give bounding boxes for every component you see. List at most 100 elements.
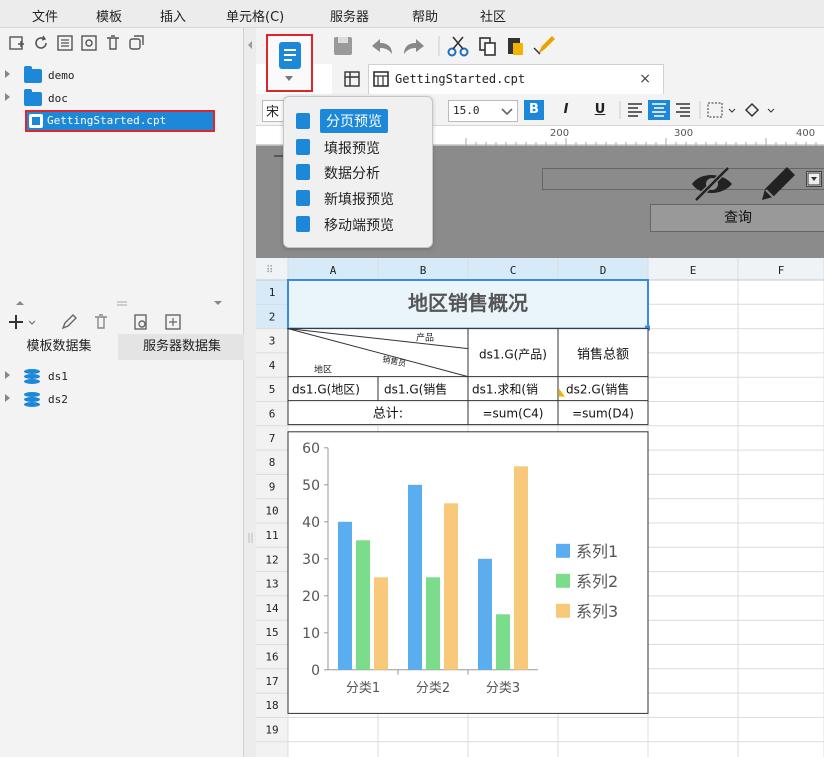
fill-color-icon	[744, 102, 775, 118]
tree-item-demo[interactable]: demo	[0, 66, 244, 86]
cell-d5: =sum(D4)	[572, 407, 634, 421]
page-preview-icon	[296, 113, 310, 129]
eye-slash-icon[interactable]	[690, 164, 734, 204]
report-tab-icon	[373, 71, 389, 87]
diagonal-label-region: 地区	[314, 364, 332, 376]
collapse-arrow-icon	[248, 41, 253, 543]
menu-template[interactable]: 模板	[96, 6, 122, 25]
dataset-toolbar	[0, 310, 244, 334]
mobile-preview-icon	[296, 216, 310, 232]
expand-arrow-icon[interactable]	[5, 93, 10, 101]
border-icon	[707, 102, 736, 118]
tree-item-doc[interactable]: doc	[0, 89, 244, 109]
tab-template-datasets[interactable]: 模板数据集	[0, 334, 118, 360]
spreadsheet[interactable]: ⠿ A B C D E F 1 2 3 4 5 6 7 8 9 10 11 12 13 14 15 16 17 18 19 地区销售…	[256, 258, 824, 757]
add-dataset-icon[interactable]	[8, 312, 38, 332]
document-tabs: GettingStarted.cpt ×	[332, 64, 824, 94]
menu-cell[interactable]: 单元格(C)	[226, 6, 284, 25]
tab-server-datasets[interactable]: 服务器数据集	[122, 334, 242, 360]
legend-label: 系列2	[576, 572, 618, 591]
legend-swatch	[556, 573, 570, 588]
panel-splitter[interactable]	[0, 296, 244, 310]
row-header-15: 15	[265, 626, 278, 639]
menu-community[interactable]: 社区	[480, 6, 506, 25]
tree-item-getting-started[interactable]: GettingStarted.cpt	[25, 110, 215, 132]
pencil-icon[interactable]	[758, 160, 796, 204]
close-tab-icon[interactable]: ×	[639, 71, 651, 87]
menu-item-label: 分页预览	[320, 109, 388, 133]
row-header-18: 18	[265, 699, 278, 712]
new-folder-icon[interactable]	[8, 34, 26, 52]
database-icon	[24, 369, 40, 385]
trash-icon[interactable]	[104, 34, 122, 52]
expand-arrow-icon[interactable]	[5, 371, 10, 379]
tree-label: demo	[48, 69, 75, 82]
underline-button[interactable]: U	[590, 100, 610, 120]
expand-arrow-icon[interactable]	[5, 70, 10, 78]
dataset-item-ds2[interactable]: ds2	[0, 390, 244, 410]
row-header-8: 8	[269, 456, 276, 469]
panel-collapse-strip[interactable]	[244, 28, 256, 757]
font-family-select[interactable]: 宋	[262, 100, 284, 122]
cell-b4: ds1.G(销售	[384, 382, 447, 397]
menu-item-new-fill-preview[interactable]: 新填报预览	[284, 186, 434, 210]
dataset-settings-icon[interactable]	[164, 313, 182, 331]
tree-label: GettingStarted.cpt	[47, 114, 167, 127]
copy-icon[interactable]	[128, 34, 146, 52]
y-tick-label: 10	[302, 626, 320, 642]
column-header-c: C	[510, 264, 517, 277]
bar-1-2	[408, 484, 422, 670]
row-header-19: 19	[265, 723, 278, 736]
preview-dataset-icon[interactable]	[132, 313, 150, 331]
edit-dataset-icon[interactable]	[60, 313, 78, 331]
align-center-icon	[648, 100, 670, 120]
app-window: 文件 模板 插入 单元格(C) 服务器 帮助 社区 demo doc Getti…	[0, 0, 824, 757]
redo-icon	[404, 39, 424, 54]
row-header-4: 4	[269, 359, 276, 372]
menu-item-label: 新填报预览	[324, 192, 394, 208]
bold-button[interactable]: B	[524, 100, 544, 120]
tab-getting-started[interactable]: GettingStarted.cpt ×	[368, 64, 664, 94]
preview-button[interactable]	[266, 34, 313, 92]
y-tick-label: 40	[302, 515, 320, 531]
expand-arrow-icon[interactable]	[5, 394, 10, 402]
font-size-select[interactable]: 15.0	[448, 100, 518, 122]
delete-dataset-icon[interactable]	[92, 313, 110, 331]
menu-server[interactable]: 服务器	[330, 6, 369, 25]
dataset-item-ds1[interactable]: ds1	[0, 367, 244, 387]
menu-file[interactable]: 文件	[32, 6, 58, 25]
menu-bar: 文件 模板 插入 单元格(C) 服务器 帮助 社区	[0, 0, 824, 28]
row-header-1: 1	[269, 286, 276, 299]
menu-item-mobile-preview[interactable]: 移动端预览	[284, 212, 434, 236]
grid-layout-icon[interactable]	[344, 71, 360, 87]
menu-help[interactable]: 帮助	[412, 6, 438, 25]
menu-item-label: 填报预览	[324, 141, 380, 157]
menu-item-page-preview[interactable]: 分页预览	[284, 109, 434, 133]
refresh-icon[interactable]	[32, 34, 50, 52]
query-button[interactable]: 查询	[650, 204, 824, 232]
align-border-icons	[619, 100, 775, 120]
view-list-icon[interactable]	[56, 34, 74, 52]
cell-d3: 销售总额	[577, 347, 629, 363]
dataset-tabs: 模板数据集 服务器数据集	[0, 334, 244, 360]
menu-insert[interactable]: 插入	[160, 6, 186, 25]
menu-item-fill-preview[interactable]: 填报预览	[284, 135, 434, 159]
cell-c4: ds1.求和(销	[472, 383, 538, 397]
database-icon	[24, 392, 40, 408]
settings-box-icon[interactable]	[80, 34, 98, 52]
row-header-6: 6	[269, 408, 276, 421]
menu-item-data-analysis[interactable]: 数据分析	[284, 160, 434, 184]
bar-3-2	[444, 503, 458, 670]
menu-item-label: 移动端预览	[324, 218, 394, 234]
cut-icon	[447, 36, 469, 57]
align-right-icon	[676, 103, 690, 117]
chevron-down-icon	[285, 76, 293, 81]
bar-2-1	[356, 540, 370, 670]
new-fill-preview-icon	[296, 190, 310, 206]
folder-icon	[24, 89, 42, 106]
italic-button[interactable]: I	[556, 100, 576, 120]
column-header-d: D	[600, 264, 607, 277]
cell-a4: ds1.G(地区)	[292, 383, 360, 397]
ruler-mark: 300	[674, 128, 694, 139]
chevron-down-icon	[501, 108, 513, 116]
